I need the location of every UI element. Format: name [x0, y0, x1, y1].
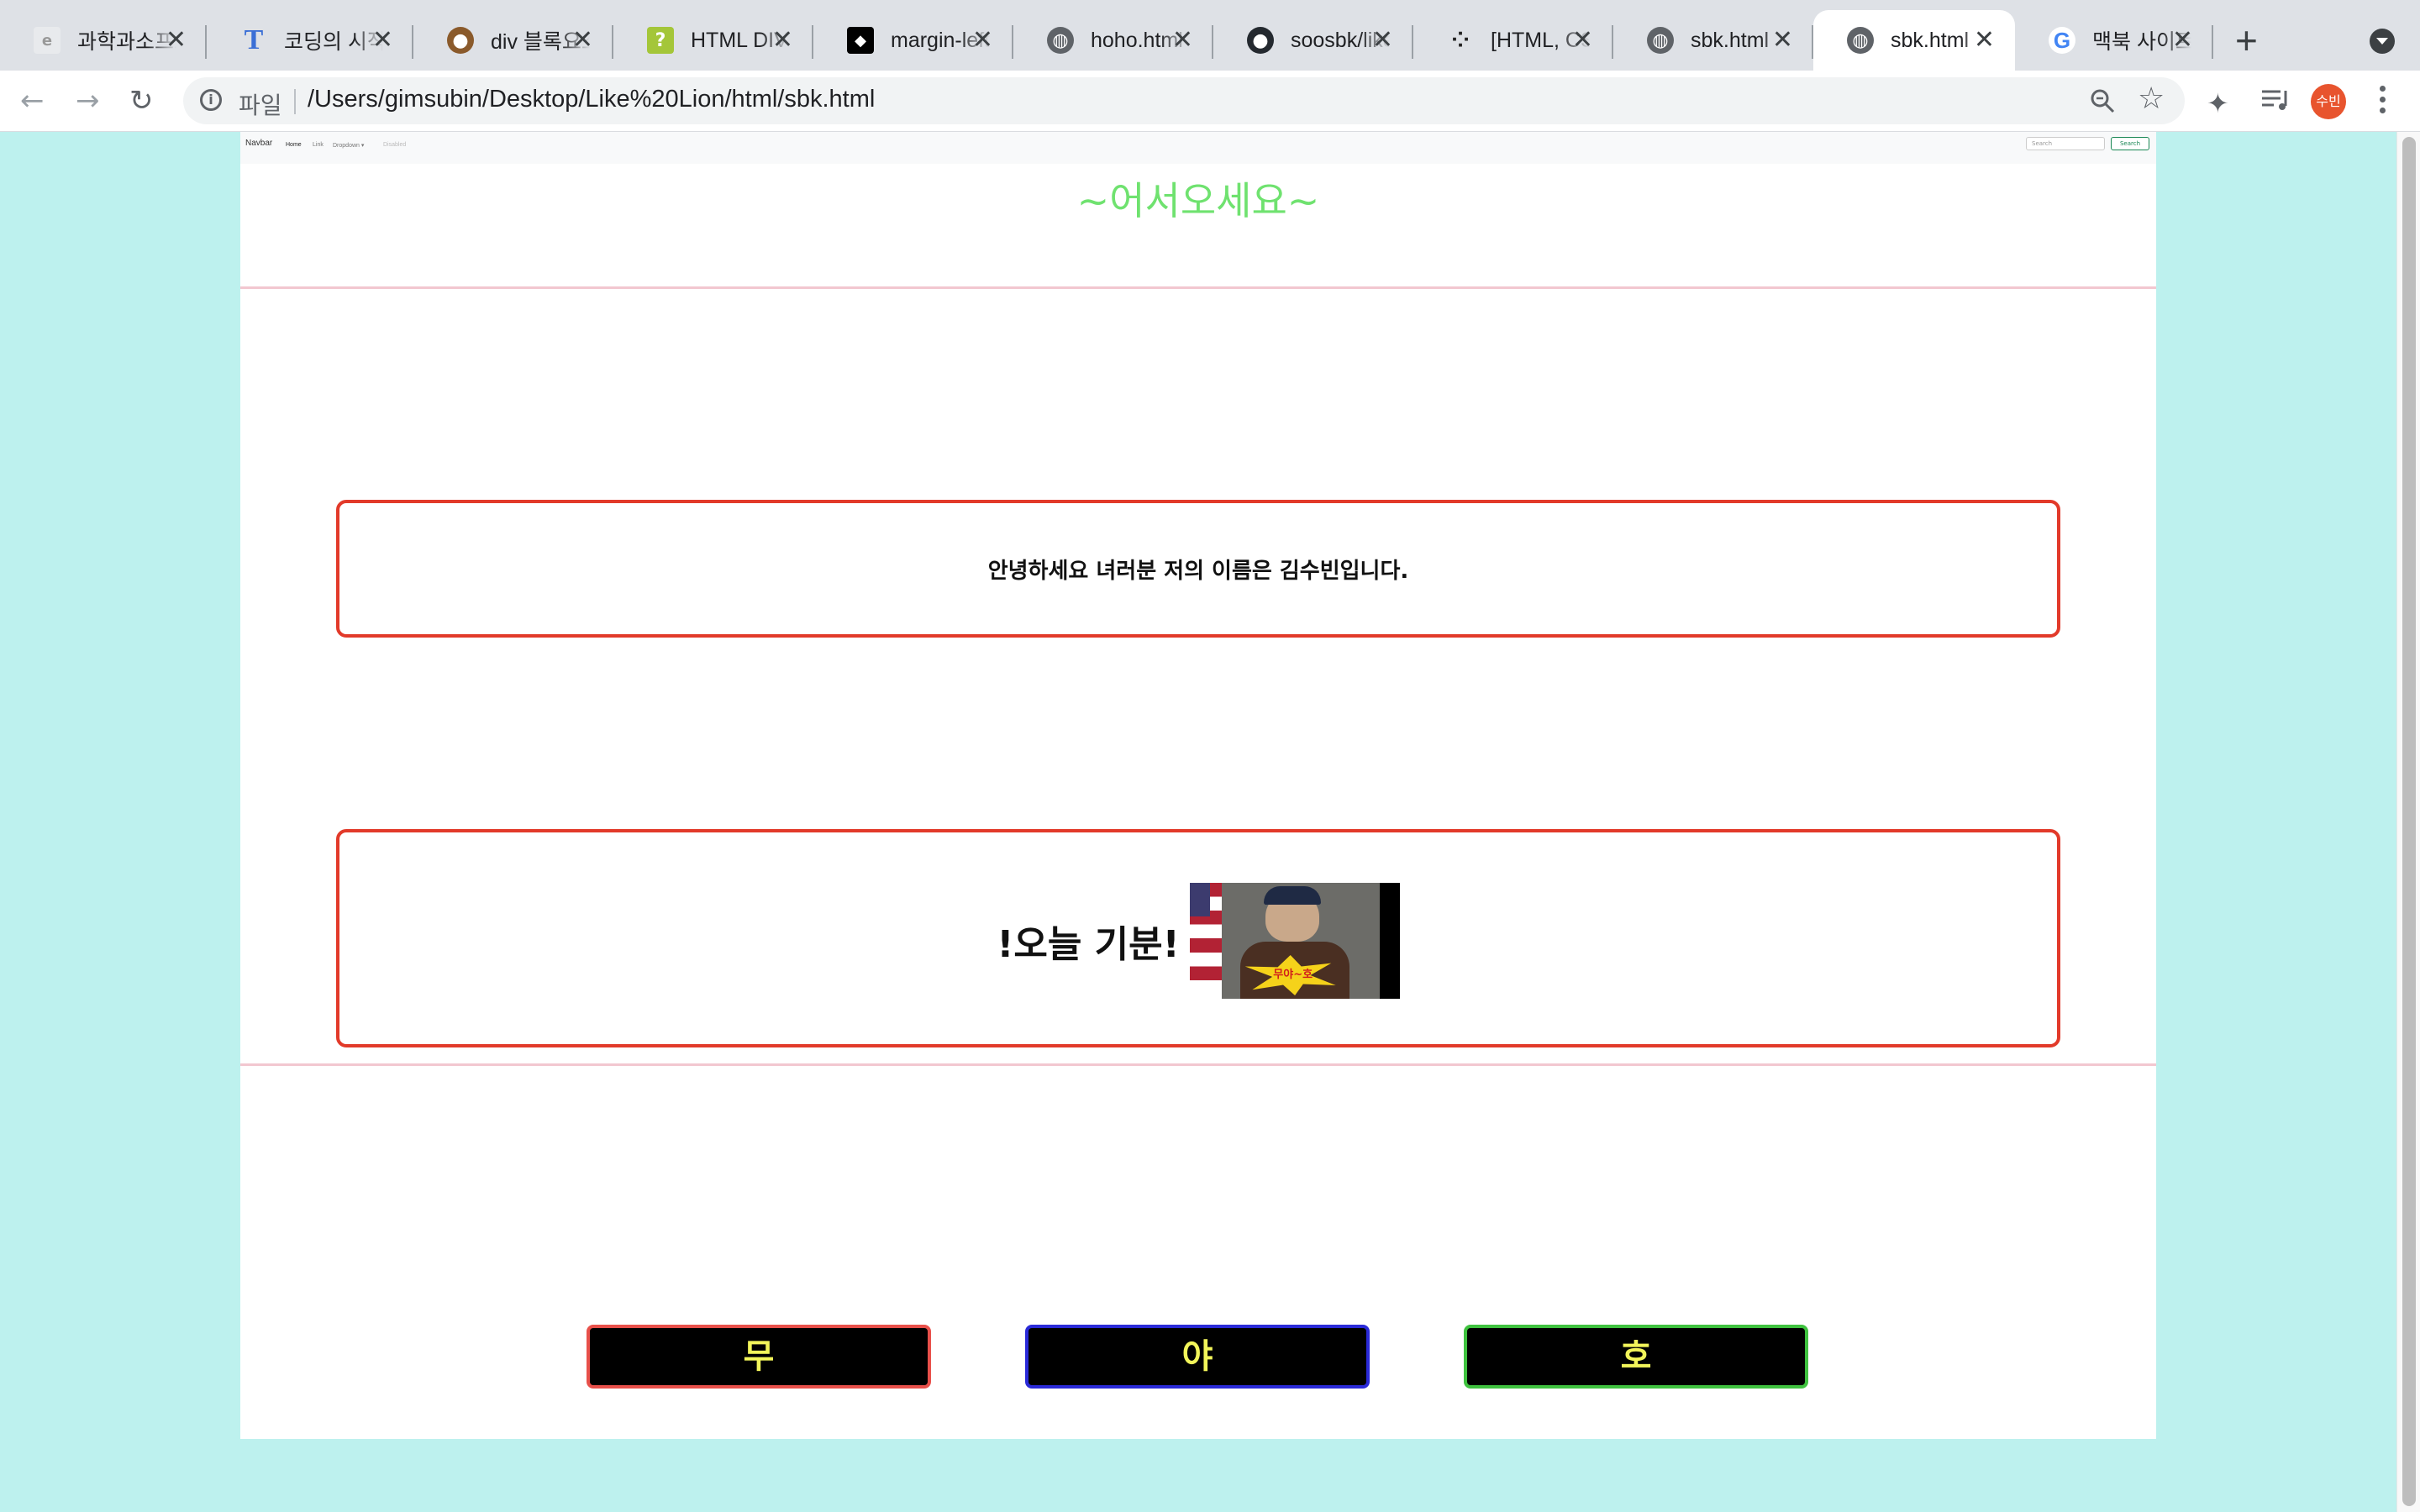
dots-icon: ⁘ — [1451, 28, 1470, 53]
nav-link-dropdown[interactable]: Dropdown ▾ — [333, 142, 364, 149]
zoom-icon[interactable] — [2089, 87, 2116, 114]
close-icon[interactable]: ✕ — [572, 27, 593, 54]
tab-title: 과학과소프트 — [77, 30, 176, 54]
close-icon[interactable]: ✕ — [772, 27, 793, 54]
close-icon[interactable]: ✕ — [1974, 27, 1995, 54]
ho-button[interactable]: 호 — [1464, 1325, 1808, 1389]
codepen-icon: ◆ — [847, 27, 874, 54]
url-text[interactable]: /Users/gimsubin/Desktop/Like%20Lion/html… — [308, 86, 875, 113]
bear-icon: ● — [447, 27, 474, 54]
tab[interactable]: ? HTML DIV ✕ — [613, 10, 813, 71]
nav-link-disabled: Disabled — [383, 142, 407, 148]
new-tab-button[interactable]: + — [2235, 18, 2258, 62]
scheme-label: 파일 — [239, 92, 282, 119]
vertical-scrollbar[interactable] — [2396, 132, 2420, 1512]
page-viewport: Navbar Home Link Dropdown ▾ Disabled Sea… — [0, 132, 2396, 1512]
profile-avatar[interactable]: 수빈 — [2311, 84, 2346, 119]
info-icon[interactable]: i — [200, 89, 222, 111]
letter-t-icon: T — [244, 24, 264, 55]
search-button[interactable]: Search — [2111, 137, 2149, 150]
forward-icon[interactable]: → — [76, 82, 100, 119]
close-icon[interactable]: ✕ — [1572, 27, 1593, 54]
search-input[interactable]: Search — [2026, 137, 2105, 150]
ya-button[interactable]: 야 — [1025, 1325, 1370, 1389]
mood-label: !오늘 기분! — [997, 923, 1180, 966]
browser-toolbar: ← → ↻ i 파일 /Users/gimsubin/Desktop/Like%… — [0, 71, 2420, 133]
close-icon[interactable]: ✕ — [372, 27, 393, 54]
tab-title: 코딩의 시작 — [284, 30, 383, 54]
bootstrap-navbar: Navbar Home Link Dropdown ▾ Disabled Sea… — [240, 132, 2156, 164]
greeting-box: 안녕하세요 녀러분 저의 이름은 김수빈입니다. — [336, 500, 2060, 638]
tab[interactable]: ● div 블록요소 ✕ — [413, 10, 613, 71]
nav-link-home[interactable]: Home — [286, 142, 302, 148]
tab[interactable]: ⁘ [HTML, CSS] ✕ — [1413, 10, 1613, 71]
bookmark-star-icon[interactable]: ☆ — [2138, 82, 2165, 116]
mu-button[interactable]: 무 — [587, 1325, 931, 1389]
tab[interactable]: ◍ sbk.html ✕ — [1613, 10, 1813, 71]
globe-icon: ◍ — [1847, 27, 1874, 54]
tab[interactable]: e 과학과소프트 ✕ — [0, 10, 207, 71]
media-control-icon[interactable] — [2260, 87, 2291, 113]
close-icon[interactable]: ✕ — [2172, 27, 2193, 54]
address-bar[interactable]: i 파일 /Users/gimsubin/Desktop/Like%20Lion… — [183, 77, 2185, 124]
navbar-brand[interactable]: Navbar — [245, 139, 272, 148]
tab[interactable]: ● soosbk/like ✕ — [1213, 10, 1413, 71]
back-icon[interactable]: ← — [20, 82, 45, 119]
mood-box: !오늘 기분! 무야~호 — [336, 829, 2060, 1047]
tab[interactable]: ◍ hoho.html ✕ — [1013, 10, 1213, 71]
mood-row: !오늘 기분! 무야~호 — [339, 883, 2057, 999]
close-icon[interactable]: ✕ — [972, 27, 993, 54]
scrollbar-thumb[interactable] — [2402, 137, 2416, 1506]
globe-icon: ◍ — [1647, 27, 1674, 54]
github-icon: ● — [1247, 27, 1274, 54]
tab[interactable]: G 맥북 사이트 ✕ — [2015, 10, 2213, 71]
tab-strip: e 과학과소프트 ✕ T 코딩의 시작 ✕ ● div 블록요소 ✕ ? HTM… — [0, 0, 2420, 71]
divider — [294, 89, 296, 114]
tab-search-icon[interactable] — [2370, 29, 2395, 54]
reload-icon[interactable]: ↻ — [129, 82, 154, 119]
google-icon: G — [2049, 27, 2075, 54]
extensions-icon[interactable]: ✦ — [2207, 87, 2229, 119]
tab[interactable]: T 코딩의 시작 ✕ — [207, 10, 413, 71]
mood-image: 무야~호 — [1189, 883, 1400, 999]
doc-icon: e — [34, 27, 60, 54]
tab[interactable]: ◆ margin-left ✕ — [813, 10, 1013, 71]
browser-menu-icon[interactable] — [2380, 86, 2386, 118]
page-container: Navbar Home Link Dropdown ▾ Disabled Sea… — [240, 132, 2156, 1439]
greeting-text: 안녕하세요 녀러분 저의 이름은 김수빈입니다. — [987, 559, 1409, 584]
welcome-heading: ~어서오세요~ — [1076, 178, 1320, 223]
close-icon[interactable]: ✕ — [1372, 27, 1393, 54]
tab-active[interactable]: ◍ sbk.html ✕ — [1813, 10, 2015, 71]
question-icon: ? — [647, 27, 674, 54]
globe-icon: ◍ — [1047, 27, 1074, 54]
mood-image-caption: 무야~호 — [1273, 969, 1313, 981]
divider — [240, 1063, 2156, 1066]
close-icon[interactable]: ✕ — [1772, 27, 1793, 54]
nav-link-link[interactable]: Link — [313, 142, 324, 148]
close-icon[interactable]: ✕ — [166, 27, 187, 54]
close-icon[interactable]: ✕ — [1172, 27, 1193, 54]
divider — [240, 286, 2156, 289]
